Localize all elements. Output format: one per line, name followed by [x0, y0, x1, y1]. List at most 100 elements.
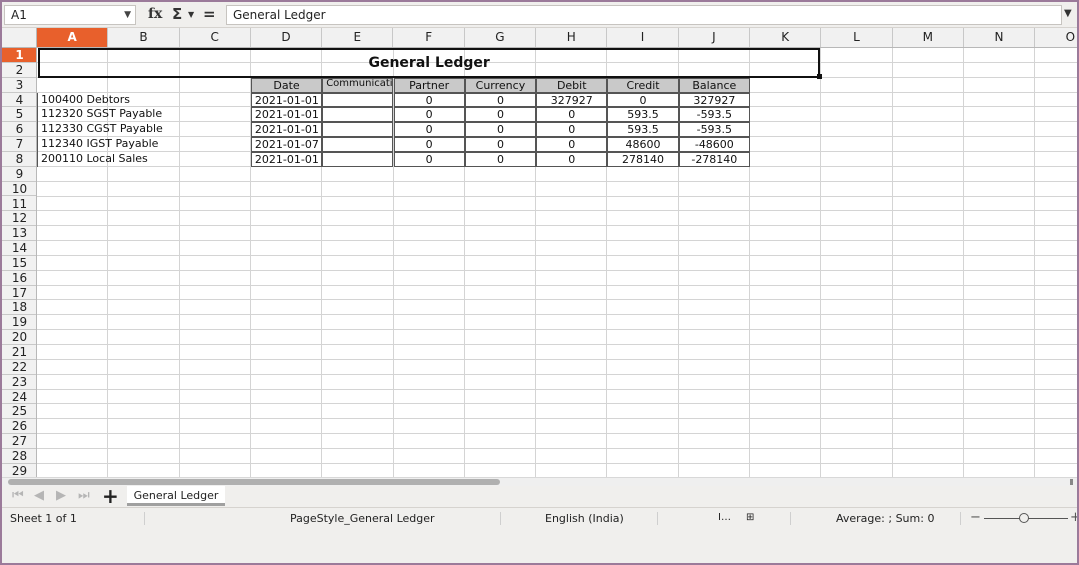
- cell-debit[interactable]: 0: [536, 151, 608, 167]
- row-header-6[interactable]: 6: [2, 122, 36, 138]
- sheet-title-cell[interactable]: General Ledger: [38, 48, 821, 78]
- header-date[interactable]: Date: [250, 77, 323, 93]
- cell-comm[interactable]: [322, 122, 394, 138]
- row-header-10[interactable]: 10: [2, 182, 36, 197]
- cell-partner[interactable]: 0: [393, 137, 465, 152]
- horizontal-scrollbar[interactable]: [2, 477, 1077, 486]
- row-header-26[interactable]: 26: [2, 419, 36, 435]
- insert-mode-icon[interactable]: I…: [718, 512, 731, 523]
- column-header-m[interactable]: M: [893, 28, 964, 47]
- first-sheet-icon[interactable]: ⏮: [12, 488, 24, 503]
- header-debit[interactable]: Debit: [536, 77, 608, 93]
- row-header-5[interactable]: 5: [2, 107, 36, 123]
- previous-sheet-icon[interactable]: ◀: [34, 488, 44, 503]
- row-header-12[interactable]: 12: [2, 211, 36, 227]
- cell-credit[interactable]: 278140: [607, 151, 679, 167]
- cell-balance[interactable]: -593.5: [678, 107, 750, 123]
- cell-partner[interactable]: 0: [393, 151, 465, 167]
- column-header-b[interactable]: B: [108, 28, 180, 47]
- row-header-24[interactable]: 24: [2, 390, 36, 405]
- cell-account[interactable]: 112320 SGST Payable: [37, 107, 251, 123]
- row-header-16[interactable]: 16: [2, 271, 36, 286]
- column-header-n[interactable]: N: [964, 28, 1036, 47]
- row-header-13[interactable]: 13: [2, 226, 36, 242]
- row-header-2[interactable]: 2: [2, 63, 36, 78]
- row-header-9[interactable]: 9: [2, 167, 36, 182]
- cell-currency[interactable]: 0: [464, 92, 537, 108]
- cell-credit[interactable]: 0: [607, 92, 679, 108]
- cell-comm[interactable]: [322, 137, 394, 152]
- sum-dropdown-icon[interactable]: ▼: [188, 10, 194, 19]
- header-balance[interactable]: Balance: [678, 77, 750, 93]
- cell-balance[interactable]: -48600: [678, 137, 750, 152]
- cell-comm[interactable]: [322, 107, 394, 123]
- zoom-out-icon[interactable]: −: [970, 510, 981, 525]
- row-header-28[interactable]: 28: [2, 449, 36, 464]
- expand-formula-bar-icon[interactable]: ▼: [1064, 8, 1072, 19]
- cell-balance[interactable]: 327927: [678, 92, 750, 108]
- column-header-h[interactable]: H: [536, 28, 608, 47]
- cell-credit[interactable]: 593.5: [607, 122, 679, 138]
- row-header-18[interactable]: 18: [2, 300, 36, 316]
- fill-handle[interactable]: [817, 73, 823, 79]
- zoom-in-icon[interactable]: +: [1070, 510, 1077, 525]
- row-header-25[interactable]: 25: [2, 404, 36, 420]
- cell-account[interactable]: 100400 Debtors: [37, 92, 251, 108]
- row-header-11[interactable]: 11: [2, 197, 36, 212]
- cell-partner[interactable]: 0: [393, 107, 465, 123]
- cell-account[interactable]: 112330 CGST Payable: [37, 122, 251, 138]
- column-header-e[interactable]: E: [322, 28, 394, 47]
- language[interactable]: English (India): [545, 512, 624, 525]
- row-header-27[interactable]: 27: [2, 434, 36, 449]
- row-header-7[interactable]: 7: [2, 137, 36, 152]
- cell-date[interactable]: 2021-01-01: [250, 92, 323, 108]
- row-header-21[interactable]: 21: [2, 345, 36, 360]
- cell-date[interactable]: 2021-01-01: [250, 122, 323, 138]
- column-header-g[interactable]: G: [465, 28, 537, 47]
- row-header-22[interactable]: 22: [2, 360, 36, 375]
- cell-date[interactable]: 2021-01-01: [250, 151, 323, 167]
- header-partner[interactable]: Partner: [393, 77, 465, 93]
- row-header-23[interactable]: 23: [2, 375, 36, 390]
- next-sheet-icon[interactable]: ▶: [56, 488, 66, 503]
- row-header-17[interactable]: 17: [2, 286, 36, 301]
- column-header-f[interactable]: F: [394, 28, 465, 47]
- column-header-o[interactable]: O: [1035, 28, 1077, 47]
- select-all-corner[interactable]: [2, 28, 37, 47]
- cell-currency[interactable]: 0: [464, 107, 537, 123]
- page-style[interactable]: PageStyle_General Ledger: [290, 512, 435, 525]
- column-header-a[interactable]: A: [37, 28, 109, 47]
- scrollbar-split-handle[interactable]: [1070, 479, 1073, 485]
- cell-debit[interactable]: 0: [536, 137, 608, 152]
- row-header-29[interactable]: 29: [2, 464, 36, 477]
- cell-balance[interactable]: -278140: [678, 151, 750, 167]
- cell-comm[interactable]: [322, 151, 394, 167]
- column-header-l[interactable]: L: [821, 28, 893, 47]
- row-header-15[interactable]: 15: [2, 256, 36, 271]
- row-header-20[interactable]: 20: [2, 330, 36, 345]
- header-communication[interactable]: Communication: [322, 77, 394, 93]
- row-header-1[interactable]: 1: [2, 48, 36, 63]
- chevron-down-icon[interactable]: ▼: [124, 6, 131, 24]
- formula-icon[interactable]: =: [203, 5, 216, 23]
- column-header-c[interactable]: C: [180, 28, 251, 47]
- cell-balance[interactable]: -593.5: [678, 122, 750, 138]
- column-header-d[interactable]: D: [251, 28, 323, 47]
- function-wizard-icon[interactable]: fx: [148, 6, 162, 22]
- cell-credit[interactable]: 48600: [607, 137, 679, 152]
- cell-partner[interactable]: 0: [393, 92, 465, 108]
- add-sheet-button[interactable]: +: [102, 484, 119, 508]
- cell-date[interactable]: 2021-01-01: [250, 107, 323, 123]
- formula-input[interactable]: General Ledger: [226, 5, 1062, 25]
- cell-credit[interactable]: 593.5: [607, 107, 679, 123]
- zoom-slider-knob[interactable]: [1019, 513, 1029, 523]
- cell-currency[interactable]: 0: [464, 151, 537, 167]
- sum-icon[interactable]: Σ: [172, 5, 182, 23]
- selection-mode-icon[interactable]: ⊞: [746, 512, 754, 523]
- cell-grid[interactable]: General LedgerDateCommunicationPartnerCu…: [37, 48, 1077, 477]
- scrollbar-thumb[interactable]: [8, 479, 500, 485]
- cell-debit[interactable]: 0: [536, 107, 608, 123]
- cell-date[interactable]: 2021-01-07: [250, 137, 323, 152]
- row-header-4[interactable]: 4: [2, 93, 36, 108]
- cell-currency[interactable]: 0: [464, 137, 537, 152]
